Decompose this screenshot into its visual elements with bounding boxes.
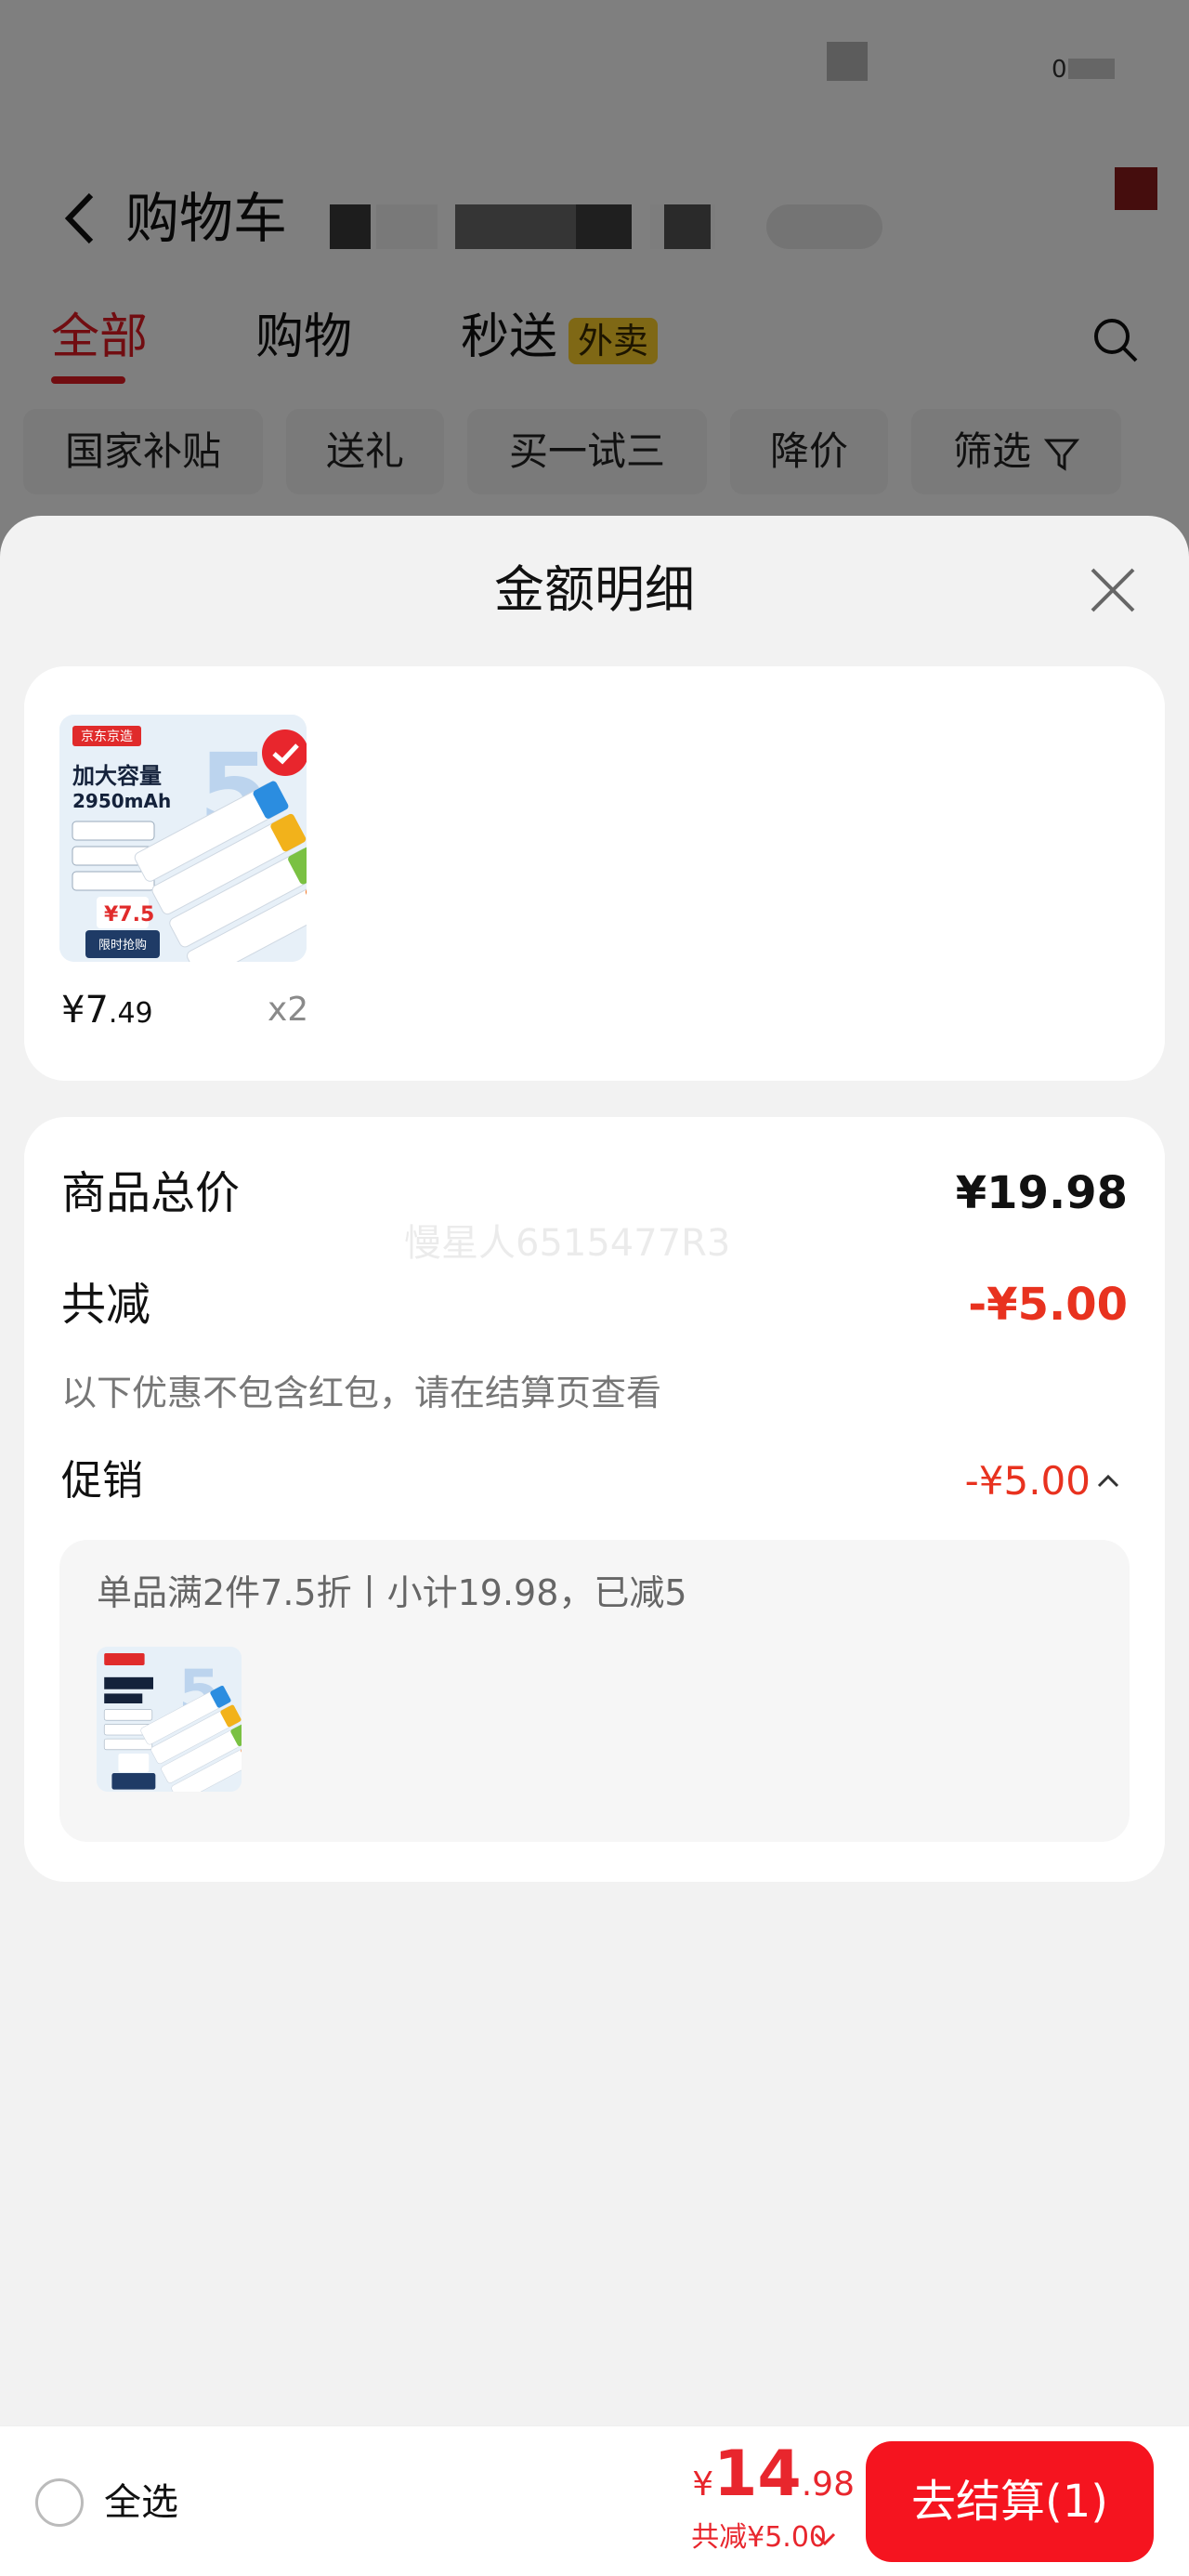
thumb-badge-price: ¥7.5 [104,903,154,927]
checkout-bar: 全选 ¥14.98 共减¥5.00 去结算(1) [0,2425,1189,2576]
thumb-headline: 加大容量 [72,763,162,789]
checkmark-icon [272,743,299,765]
total-reduction-label: 共减 [61,1279,151,1331]
promotion-label: 促销 [61,1457,143,1505]
total-reduction-value: -¥5.00 [968,1279,1128,1331]
total-currency: ¥ [692,2465,714,2504]
modal-dim-overlay[interactable] [0,0,1189,558]
thumb-brand-tag: 京东京造 [81,729,133,744]
battery-product-thumbnail: 5 [97,1647,242,1792]
product-quantity: x2 [268,991,309,1029]
product-price-cent: .49 [108,997,153,1030]
product-image[interactable]: 京东京造 加大容量 2950mAh ¥7.5 限时抢购 5 [59,715,307,962]
thumb-promo-tag: 限时抢购 [98,938,147,953]
product-price-int: ¥7 [61,989,109,1032]
total-integer: 14 [713,2438,802,2511]
chevron-down-icon[interactable] [813,2530,837,2547]
select-all-label[interactable]: 全选 [104,2477,178,2528]
promotion-detail-box: 单品满2件7.5折丨小计19.98，已减5 5 [59,1540,1130,1842]
discount-note: 以下优惠不包含红包，请在结算页查看 [61,1373,662,1413]
total-price-value: ¥19.98 [955,1167,1128,1219]
promotion-description: 单品满2件7.5折丨小计19.98，已减5 [97,1572,687,1613]
total-cents: .98 [801,2465,855,2504]
user-watermark: 慢星人6515477R3 [404,1222,731,1265]
total-discount: 共减¥5.00 [691,2521,827,2554]
select-all-radio[interactable] [35,2478,84,2527]
thumb-capacity: 2950mAh [72,790,171,812]
promotion-product-image[interactable]: 5 [97,1647,242,1792]
chevron-up-icon[interactable] [1096,1472,1120,1489]
product-price: ¥7.49 [61,982,153,1042]
sheet-title: 金额明细 [494,560,695,619]
checkout-button[interactable]: 去结算(1) [866,2441,1154,2562]
selected-check-badge[interactable] [262,729,307,776]
total-price-label: 商品总价 [61,1167,241,1219]
product-card: 京东京造 加大容量 2950mAh ¥7.5 限时抢购 5 ¥7.49 x2 [24,666,1165,1081]
close-icon[interactable] [1085,562,1141,618]
order-total: ¥14.98 [687,2438,855,2512]
amount-detail-sheet: 金额明细 京东京造 加大容量 2950mAh ¥7.5 限时抢购 5 ¥7.49… [0,516,1189,2425]
promotion-value[interactable]: -¥5.00 [965,1452,1091,1511]
